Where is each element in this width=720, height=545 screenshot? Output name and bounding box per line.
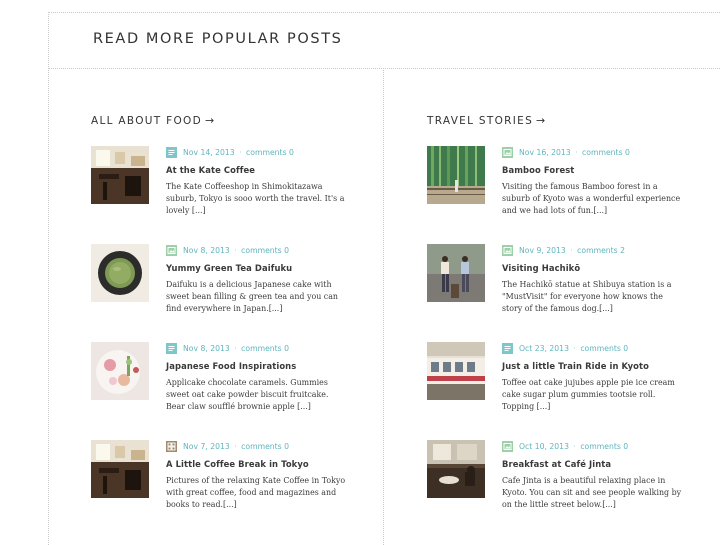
- category-column-travel: TRAVEL STORIES → Nov 16, 2013 · comments …: [427, 114, 697, 538]
- post-thumbnail[interactable]: [91, 244, 149, 302]
- post-comments-link[interactable]: comments 0: [582, 148, 630, 157]
- post-item: Nov 7, 2013 · comments 0 A Little Coffee…: [91, 440, 361, 538]
- post-date[interactable]: Nov 16, 2013: [519, 148, 571, 157]
- post-meta: Nov 8, 2013 · comments 0: [166, 244, 289, 257]
- standard-format-icon[interactable]: [166, 343, 177, 354]
- post-excerpt: Toffee oat cake jujubes apple pie ice cr…: [502, 378, 675, 411]
- post-thumbnail[interactable]: [91, 342, 149, 400]
- meta-separator: ·: [234, 246, 237, 255]
- post-date[interactable]: Nov 14, 2013: [183, 148, 235, 157]
- post-item: Nov 8, 2013 · comments 0 Japanese Food I…: [91, 342, 361, 440]
- post-item: Nov 14, 2013 · comments 0 At the Kate Co…: [91, 146, 361, 244]
- post-item: Nov 9, 2013 · comments 2 Visiting Hachik…: [427, 244, 697, 342]
- post-excerpt: Applicake chocolate caramels. Gummies sw…: [166, 378, 329, 411]
- standard-format-icon[interactable]: [166, 147, 177, 158]
- section-title: READ MORE POPULAR POSTS: [93, 31, 343, 47]
- post-thumbnail[interactable]: [427, 342, 485, 400]
- standard-format-icon[interactable]: [502, 343, 513, 354]
- image-format-icon[interactable]: [166, 245, 177, 256]
- image-format-icon[interactable]: [502, 147, 513, 158]
- image-format-icon[interactable]: [502, 245, 513, 256]
- post-comments-link[interactable]: comments 0: [246, 148, 294, 157]
- post-excerpt: Cafe Jinta is a beautiful relaxing place…: [502, 476, 682, 509]
- post-comments-link[interactable]: comments 2: [577, 246, 625, 255]
- post-excerpt: Visiting the famous Bamboo forest in a s…: [502, 182, 681, 215]
- post-thumbnail[interactable]: [91, 440, 149, 498]
- post-meta: Nov 8, 2013 · comments 0: [166, 342, 289, 355]
- post-date[interactable]: Oct 10, 2013: [519, 442, 569, 451]
- post-excerpt: Daifuku is a delicious Japanese cake wit…: [166, 280, 338, 313]
- section-title-divider: [48, 68, 720, 69]
- post-meta: Oct 10, 2013 · comments 0: [502, 440, 628, 453]
- category-heading-label: ALL ABOUT FOOD: [91, 115, 202, 127]
- post-meta: Oct 23, 2013 · comments 0: [502, 342, 628, 355]
- post-date[interactable]: Nov 8, 2013: [183, 344, 230, 353]
- post-title[interactable]: Yummy Green Tea Daifuku: [166, 263, 292, 273]
- post-date[interactable]: Nov 8, 2013: [183, 246, 230, 255]
- post-meta: Nov 9, 2013 · comments 2: [502, 244, 625, 257]
- gallery-format-icon[interactable]: [166, 441, 177, 452]
- post-date[interactable]: Nov 9, 2013: [519, 246, 566, 255]
- post-title[interactable]: Japanese Food Inspirations: [166, 361, 296, 371]
- post-date[interactable]: Oct 23, 2013: [519, 344, 569, 353]
- post-date[interactable]: Nov 7, 2013: [183, 442, 230, 451]
- post-excerpt: The Kate Coffeeshop in Shimokitazawa sub…: [166, 182, 345, 215]
- image-format-icon[interactable]: [502, 441, 513, 452]
- post-thumbnail[interactable]: [427, 146, 485, 204]
- post-meta: Nov 7, 2013 · comments 0: [166, 440, 289, 453]
- post-title[interactable]: Breakfast at Café Jinta: [502, 459, 611, 469]
- post-item: Nov 16, 2013 · comments 0 Bamboo Forest …: [427, 146, 697, 244]
- post-title[interactable]: Just a little Train Ride in Kyoto: [502, 361, 649, 371]
- meta-separator: ·: [573, 442, 576, 451]
- meta-separator: ·: [234, 344, 237, 353]
- post-title[interactable]: At the Kate Coffee: [166, 165, 255, 175]
- column-divider: [383, 68, 384, 545]
- category-heading-link[interactable]: TRAVEL STORIES →: [427, 114, 697, 128]
- post-item: Oct 10, 2013 · comments 0 Breakfast at C…: [427, 440, 697, 538]
- post-excerpt: The Hachikō statue at Shibuya station is…: [502, 280, 672, 313]
- post-thumbnail[interactable]: [427, 440, 485, 498]
- post-comments-link[interactable]: comments 0: [241, 246, 289, 255]
- page-frame-left-border: [48, 12, 49, 545]
- post-excerpt: Pictures of the relaxing Kate Coffee in …: [166, 476, 346, 509]
- post-thumbnail[interactable]: [427, 244, 485, 302]
- post-comments-link[interactable]: comments 0: [580, 442, 628, 451]
- post-comments-link[interactable]: comments 0: [241, 442, 289, 451]
- post-meta: Nov 14, 2013 · comments 0: [166, 146, 294, 159]
- meta-separator: ·: [570, 246, 573, 255]
- category-column-food: ALL ABOUT FOOD → Nov 14, 2013 · comments …: [91, 114, 361, 538]
- post-title[interactable]: A Little Coffee Break in Tokyo: [166, 459, 309, 469]
- meta-separator: ·: [573, 344, 576, 353]
- meta-separator: ·: [239, 148, 242, 157]
- category-heading-label: TRAVEL STORIES: [427, 115, 534, 127]
- post-thumbnail[interactable]: [91, 146, 149, 204]
- meta-separator: ·: [575, 148, 578, 157]
- post-title[interactable]: Visiting Hachikō: [502, 263, 580, 273]
- post-meta: Nov 16, 2013 · comments 0: [502, 146, 630, 159]
- post-comments-link[interactable]: comments 0: [241, 344, 289, 353]
- category-heading-link[interactable]: ALL ABOUT FOOD →: [91, 114, 361, 128]
- post-title[interactable]: Bamboo Forest: [502, 165, 574, 175]
- post-item: Nov 8, 2013 · comments 0 Yummy Green Tea…: [91, 244, 361, 342]
- post-item: Oct 23, 2013 · comments 0 Just a little …: [427, 342, 697, 440]
- post-comments-link[interactable]: comments 0: [580, 344, 628, 353]
- meta-separator: ·: [234, 442, 237, 451]
- arrow-right-icon: →: [536, 114, 547, 127]
- page-frame-top-border: [48, 12, 720, 13]
- arrow-right-icon: →: [204, 114, 216, 127]
